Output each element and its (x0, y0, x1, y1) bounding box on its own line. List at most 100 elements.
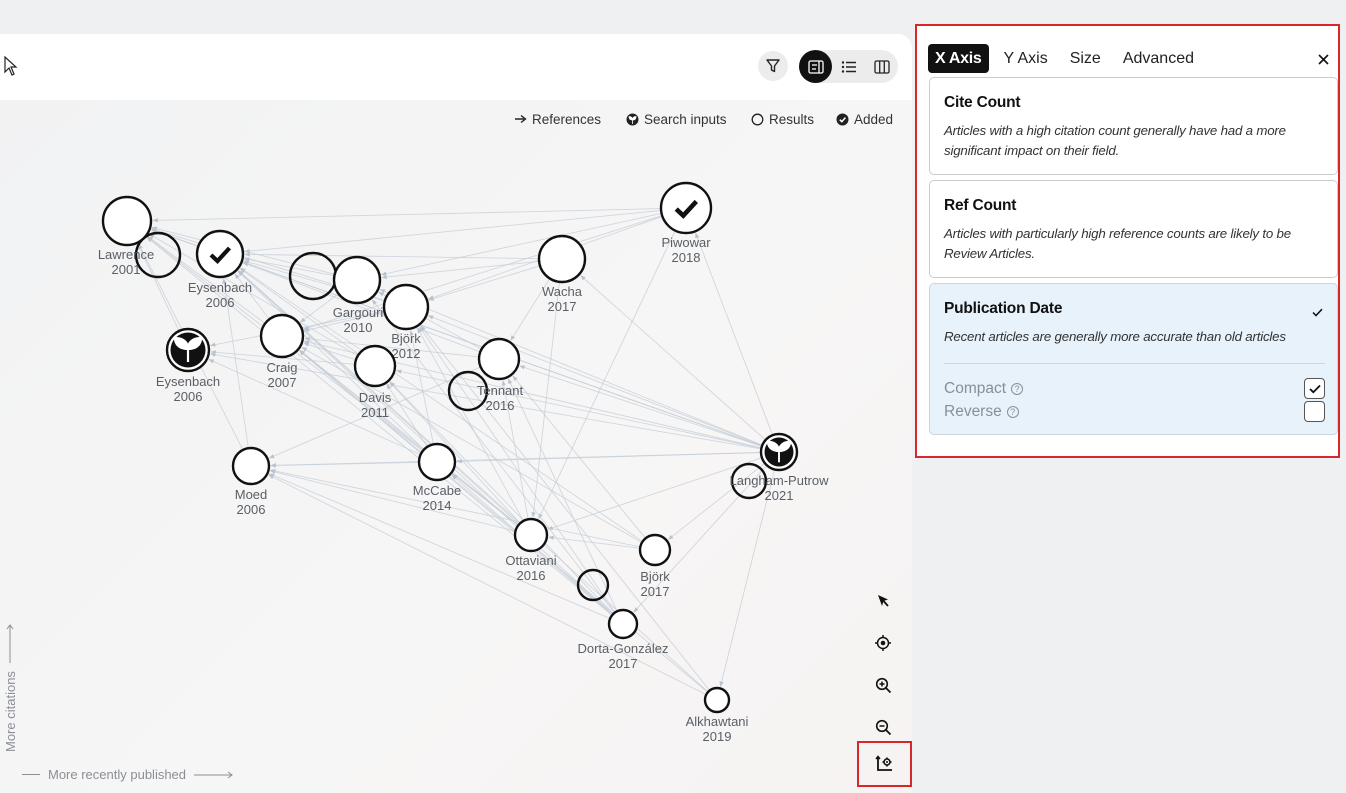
tab-size[interactable]: Size (1063, 44, 1108, 73)
help-icon[interactable]: ? (1011, 382, 1024, 395)
axis-tabs: X Axis Y Axis Size Advanced (928, 44, 1209, 73)
option-cite-count-title: Cite Count (944, 94, 1021, 111)
node-author-label: Lawrence (98, 247, 154, 262)
reference-edge (695, 232, 774, 436)
node-circle[interactable] (259, 313, 305, 359)
node-circle[interactable] (537, 234, 587, 284)
node-author-label: Moed (235, 487, 268, 502)
option-divider (944, 363, 1325, 364)
node-circle[interactable] (332, 255, 382, 305)
y-axis-hint: More citations (2, 612, 18, 752)
node-year-label: 2007 (268, 375, 297, 390)
zoom-out-button[interactable] (867, 711, 899, 743)
node-author-label: Wacha (542, 284, 583, 299)
checkmark-icon (1308, 384, 1321, 393)
paper-node-piwowar[interactable]: Piwowar2018 (659, 181, 713, 265)
node-author-label: Craig (266, 360, 297, 375)
axis-settings-button[interactable] (857, 741, 912, 787)
node-author-label: Eysenbach (188, 280, 252, 295)
zoom-in-button[interactable] (867, 669, 899, 701)
node-circle[interactable] (659, 181, 713, 235)
graph-canvas[interactable]: Lawrence 2001 Eysenbach 2006 Eysenbach 2006 Ga… (0, 34, 912, 793)
option-cite-count[interactable]: Cite Count Articles with a high citation… (929, 77, 1338, 175)
paper-node-bjork12[interactable]: Björk2012 (382, 283, 430, 361)
empty-circle-icon (751, 113, 764, 126)
paper-node-dorta[interactable]: Dorta-González2017 (577, 608, 669, 671)
graph-view-button[interactable] (799, 50, 832, 83)
paper-node-lawrence[interactable]: Lawrence2001 (98, 195, 154, 277)
axis-settings-icon (874, 755, 892, 771)
node-circle[interactable] (638, 533, 672, 567)
option-publication-date-description: Recent articles are generally more accur… (944, 329, 1286, 344)
node-year-label: 2006 (237, 502, 266, 517)
node-author-label: Piwowar (661, 235, 711, 250)
legend-search-inputs-label: Search inputs (644, 111, 727, 127)
node-circle[interactable] (195, 229, 245, 279)
compact-label: Compact ? (944, 380, 1024, 398)
select-tool-button[interactable] (867, 585, 899, 617)
paper-node-eysenbach-b[interactable]: Eysenbach2006 (156, 327, 220, 404)
seedling-icon (626, 113, 639, 126)
node-year-label: 2012 (392, 346, 421, 361)
reference-edge (456, 452, 762, 464)
help-icon[interactable]: ? (1006, 405, 1019, 418)
node-author-label: Eysenbach (156, 374, 220, 389)
mouse-cursor-icon (4, 55, 18, 81)
paper-node-mccabe[interactable]: McCabe2014 (413, 442, 461, 513)
tab-x-axis[interactable]: X Axis (928, 44, 989, 73)
zoom-in-icon (875, 677, 891, 693)
node-circle[interactable] (417, 442, 457, 482)
paper-node-alkhawtani[interactable]: Alkhawtani2019 (686, 686, 749, 744)
columns-view-button[interactable] (865, 50, 898, 83)
reverse-checkbox[interactable] (1304, 401, 1325, 422)
node-year-label: 2019 (703, 729, 732, 744)
reference-edge (244, 252, 540, 260)
locate-button[interactable] (867, 627, 899, 659)
selected-check-icon (1312, 304, 1323, 322)
node-author-label: McCabe (413, 483, 461, 498)
option-publication-date[interactable]: Publication Date Recent articles are gen… (929, 283, 1338, 435)
list-view-button[interactable] (832, 50, 865, 83)
paper-node-gargouri[interactable]: Gargouri2010 (332, 255, 384, 335)
node-year-label: 2001 (112, 262, 141, 277)
paper-node-bjork17[interactable]: Björk2017 (638, 533, 672, 599)
x-axis-arrow-icon (194, 771, 233, 778)
reverse-row: Reverse ? (944, 400, 1325, 423)
reference-edge (238, 270, 709, 693)
node-author-label: Dorta-González (577, 641, 668, 656)
filter-button[interactable] (758, 51, 788, 81)
legend-results: Results (751, 110, 814, 128)
node-year-label: 2016 (486, 398, 515, 413)
citation-graph[interactable]: Lawrence2001Eysenbach2006Eysenbach2006Ga… (0, 34, 912, 793)
paper-node-moed[interactable]: Moed2006 (231, 446, 271, 517)
paper-node-craig[interactable]: Craig2007 (259, 313, 305, 390)
option-ref-count[interactable]: Ref Count Articles with particularly hig… (929, 180, 1338, 278)
node-circle[interactable] (101, 195, 153, 247)
node-author-label: Gargouri (333, 305, 384, 320)
arrow-right-icon (514, 114, 527, 124)
reference-edge (519, 365, 763, 447)
node-year-label: 2017 (609, 656, 638, 671)
node-author-label: Ottaviani (505, 553, 556, 568)
node-author-label: Langham-Putrow (730, 473, 830, 488)
node-year-label: 2011 (361, 405, 389, 420)
legend-search-inputs: Search inputs (626, 110, 727, 128)
paper-node-wacha[interactable]: Wacha2017 (537, 234, 587, 314)
node-circle[interactable] (703, 686, 731, 714)
zoom-out-icon (875, 719, 891, 735)
reference-edge (380, 212, 662, 276)
close-panel-button[interactable] (1314, 50, 1332, 68)
node-circle[interactable] (477, 337, 521, 381)
node-circle[interactable] (382, 283, 430, 331)
node-author-label: Davis (359, 390, 392, 405)
node-circle[interactable] (607, 608, 639, 640)
node-year-label: 2017 (548, 299, 577, 314)
node-circle[interactable] (513, 517, 549, 553)
compact-checkbox[interactable] (1304, 378, 1325, 399)
node-author-label: Tennant (477, 383, 524, 398)
x-axis-hint-label: More recently published (48, 767, 187, 782)
tab-advanced[interactable]: Advanced (1116, 44, 1201, 73)
node-circle[interactable] (231, 446, 271, 486)
node-circle[interactable] (353, 344, 397, 388)
tab-y-axis[interactable]: Y Axis (997, 44, 1055, 73)
